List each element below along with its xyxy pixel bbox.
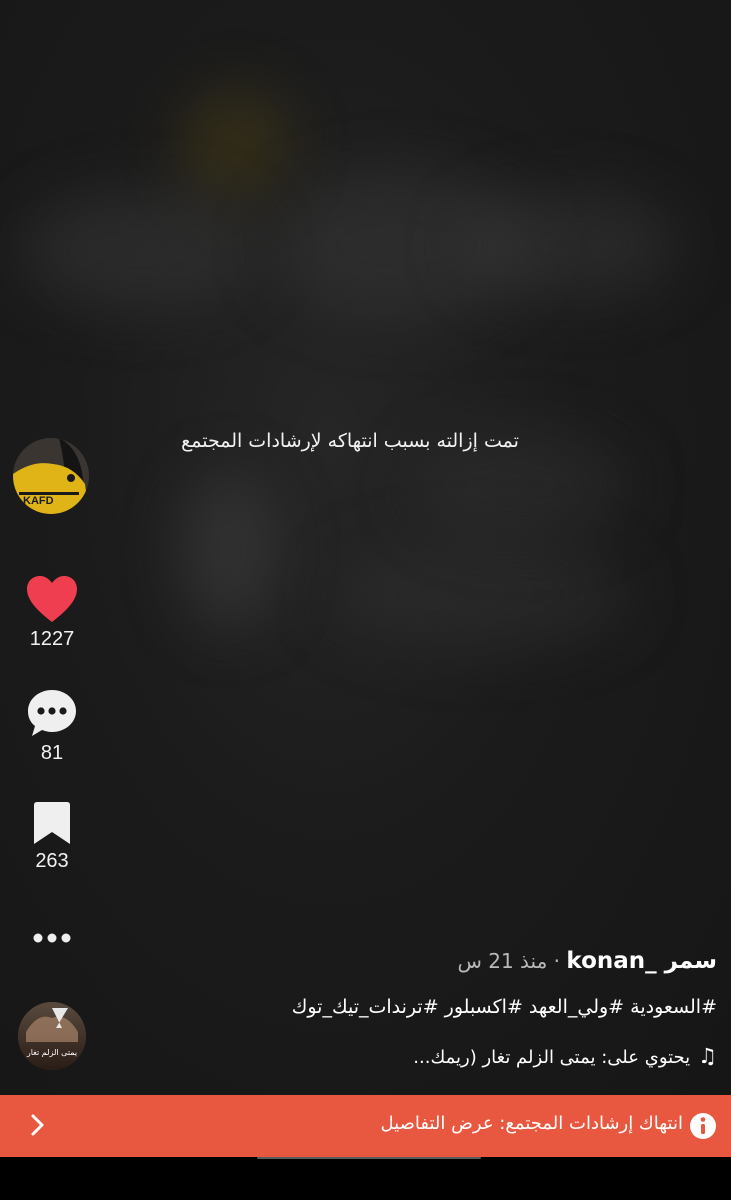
bookmark-icon [34, 802, 70, 844]
music-note-icon: ♫ [698, 1044, 717, 1068]
author-name[interactable]: سمر _konan [566, 948, 717, 974]
save-button[interactable]: 263 [0, 800, 104, 873]
author-line: سمر _konan · منذ 21 س [457, 948, 717, 974]
system-nav-bar [0, 1157, 731, 1200]
comment-icon [28, 690, 76, 736]
sound-disc[interactable]: يمتى الزلم تغار [18, 1002, 86, 1070]
more-button[interactable] [0, 925, 104, 951]
video-screen: تمت إزالته بسبب انتهاكه لإرشادات المجتمع… [0, 0, 731, 1200]
music-line[interactable]: ♫ يحتوي على: يمتى الزلم تغار (ريمك... [413, 1044, 717, 1068]
sound-disc-label: يمتى الزلم تغار [26, 1048, 77, 1057]
comment-count: 81 [40, 742, 64, 764]
post-time: منذ 21 س [457, 949, 548, 973]
blurred-video[interactable] [0, 0, 731, 1095]
more-icon [33, 933, 71, 943]
caption-hashtags[interactable]: #السعودية #ولي_العهد #اكسبلور #ترندات_تي… [292, 996, 717, 1018]
like-button[interactable]: 1227 [0, 574, 104, 651]
heart-icon [27, 576, 77, 622]
chevron-right-icon [31, 1114, 44, 1136]
comment-button[interactable]: 81 [0, 688, 104, 765]
music-title: يحتوي على: يمتى الزلم تغار (ريمك... [413, 1047, 691, 1068]
svg-text:KAFD: KAFD [23, 495, 54, 507]
banner-text: انتهاك إرشادات المجتمع: عرض التفاصيل [380, 1113, 683, 1134]
save-count: 263 [35, 850, 69, 872]
home-indicator[interactable] [257, 1157, 481, 1159]
creator-avatar[interactable]: KAFD [13, 438, 89, 514]
like-count: 1227 [29, 628, 75, 650]
separator-dot: · [547, 949, 567, 973]
info-icon [690, 1113, 716, 1139]
removed-message: تمت إزالته بسبب انتهاكه لإرشادات المجتمع [181, 430, 519, 452]
violation-banner[interactable]: انتهاك إرشادات المجتمع: عرض التفاصيل [0, 1095, 731, 1157]
